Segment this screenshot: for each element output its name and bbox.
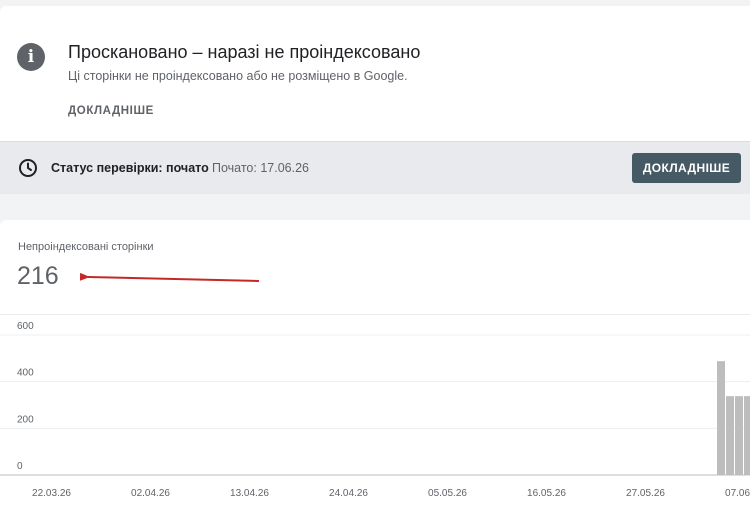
chart-bar [735,396,743,475]
issue-description: Ці сторінки не проіндексовано або не роз… [68,69,408,83]
x-tick-label: 13.04.26 [230,488,269,499]
y-tick-label: 400 [17,368,34,379]
chart-bar [717,361,725,475]
annotation-arrow [79,272,260,282]
pages-chart: 600 400 200 0 22.03.26 02.04.26 13.04.26 24.04.… [0,272,750,499]
x-tick-label: 27.05.26 [626,488,665,499]
issue-header-card: i Проскановано – наразі не проіндексован… [0,6,750,141]
x-tick-label: 05.05.26 [428,488,467,499]
chart-card: Непроіндексовані сторінки 216 600 400 200 0… [0,220,750,512]
learn-more-link[interactable]: ДОКЛАДНІШЕ [68,105,154,117]
validation-start-date: Почато: 17.06.26 [212,161,309,175]
clock-icon [19,159,37,177]
x-tick-label: 16.05.26 [527,488,566,499]
x-tick-label: 07.06.26 [725,488,750,499]
y-tick-label: 200 [17,414,34,425]
info-icon: i [17,43,45,71]
see-details-button[interactable]: ДОКЛАДНІШЕ [632,153,741,183]
chart-bar [744,396,750,475]
issue-title: Проскановано – наразі не проіндексовано [68,42,421,62]
x-tick-label: 02.04.26 [131,488,170,499]
validation-status-bar: Статус перевірки: почато Почато: 17.06.2… [0,141,750,194]
y-tick-label: 0 [17,461,23,472]
y-tick-label: 600 [17,321,34,332]
x-tick-label: 24.04.26 [329,488,368,499]
x-tick-label: 22.03.26 [32,488,71,499]
chart-bar [726,396,734,475]
validation-status-label: Статус перевірки: почато [51,161,209,175]
